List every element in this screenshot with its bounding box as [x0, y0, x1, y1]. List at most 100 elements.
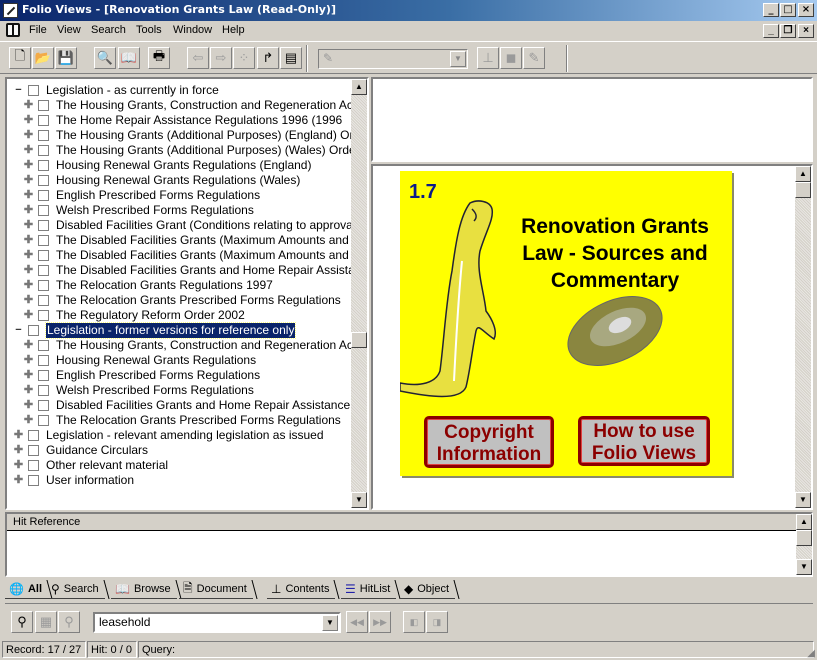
tree-item-checkbox[interactable]	[38, 400, 49, 411]
open-folder-button[interactable]: 📂	[32, 47, 54, 69]
chevron-down-icon[interactable]: ▼	[322, 615, 338, 631]
tree-item[interactable]: − Legislation - as currently in force	[9, 83, 353, 98]
expand-icon[interactable]: ✚	[23, 280, 34, 291]
expand-icon[interactable]: ✚	[23, 115, 34, 126]
tree-item[interactable]: ✚ The Relocation Grants Regulations 1997	[9, 278, 353, 293]
tree-item[interactable]: ✚ The Relocation Grants Prescribed Forms …	[9, 413, 353, 428]
tree-item[interactable]: ✚ The Housing Grants, Construction and Re…	[9, 98, 353, 113]
tree-item-checkbox[interactable]	[38, 265, 49, 276]
expand-icon[interactable]: ✚	[23, 145, 34, 156]
maximize-button[interactable]: □	[780, 3, 796, 17]
child-minimize-button[interactable]: _	[763, 24, 779, 38]
highlighter-button[interactable]: ◼	[500, 47, 522, 69]
tree-item[interactable]: ✚ The Disabled Facilities Grants (Maximum…	[9, 248, 353, 263]
scatter-button[interactable]: ⁘	[233, 47, 255, 69]
tree-item[interactable]: ✚ Other relevant material	[9, 458, 353, 473]
expand-icon[interactable]: ✚	[23, 295, 34, 306]
hit-reference-scrollbar[interactable]: ▲ ▼	[796, 514, 812, 575]
tree-item[interactable]: − Legislation - former versions for refer…	[9, 322, 353, 339]
expand-icon[interactable]: ✚	[23, 265, 34, 276]
document-scrollbar[interactable]: ▲ ▼	[795, 166, 811, 508]
advanced-search-button[interactable]: ⚲	[58, 611, 80, 633]
tree-item-checkbox[interactable]	[38, 355, 49, 366]
scroll-down-button[interactable]: ▼	[795, 492, 811, 508]
style-combo[interactable]: ✎ ▼	[318, 49, 468, 69]
expand-icon[interactable]: ✚	[23, 355, 34, 366]
expand-icon[interactable]: ✚	[23, 310, 34, 321]
menu-help[interactable]: Help	[222, 24, 245, 36]
tab-contents[interactable]: ⊥ Contents	[267, 580, 336, 599]
tab-document[interactable]: 🗎 Document	[179, 580, 253, 599]
print-button[interactable]: 🖶	[148, 47, 170, 69]
tree-item[interactable]: ✚ Welsh Prescribed Forms Regulations	[9, 203, 353, 218]
tree-item-checkbox[interactable]	[28, 430, 39, 441]
tree-item-checkbox[interactable]	[38, 295, 49, 306]
scroll-up-button[interactable]: ▲	[795, 166, 811, 182]
split-view-button[interactable]: ▤	[280, 47, 302, 69]
tree-item[interactable]: ✚ English Prescribed Forms Regulations	[9, 368, 353, 383]
jump-link-button[interactable]: ↱	[257, 47, 279, 69]
new-button[interactable]: 🗋	[9, 47, 31, 69]
tree-item-checkbox[interactable]	[38, 310, 49, 321]
previous-document-button[interactable]: ◧	[403, 611, 425, 633]
child-close-button[interactable]: ×	[798, 24, 814, 38]
expand-icon[interactable]: ✚	[13, 460, 24, 471]
tree-item-checkbox[interactable]	[38, 220, 49, 231]
tab-all[interactable]: 🌐 All	[5, 580, 49, 599]
tree-item[interactable]: ✚ The Disabled Facilities Grants (Maximum…	[9, 233, 353, 248]
tree-item-checkbox[interactable]	[38, 130, 49, 141]
tab-hitlist[interactable]: ☰ HitList	[341, 580, 397, 599]
tree-item-checkbox[interactable]	[28, 445, 39, 456]
tree-item-checkbox[interactable]	[38, 370, 49, 381]
scroll-thumb[interactable]	[351, 332, 367, 348]
save-button[interactable]: 💾	[55, 47, 77, 69]
tree-item[interactable]: ✚ The Relocation Grants Prescribed Forms …	[9, 293, 353, 308]
expand-icon[interactable]: ✚	[23, 100, 34, 111]
expand-icon[interactable]: ✚	[13, 475, 24, 486]
tree-item-checkbox[interactable]	[28, 85, 39, 96]
tree-item-checkbox[interactable]	[38, 115, 49, 126]
expand-icon[interactable]: ✚	[23, 235, 34, 246]
tree-item-checkbox[interactable]	[38, 415, 49, 426]
tree-scrollbar[interactable]: ▲ ▼	[351, 79, 367, 508]
expand-icon[interactable]: ✚	[23, 400, 34, 411]
expand-icon[interactable]: ✚	[23, 160, 34, 171]
tree-item-checkbox[interactable]	[38, 100, 49, 111]
next-hit-button[interactable]: ▶▶	[369, 611, 391, 633]
child-restore-button[interactable]: ❐	[780, 24, 796, 38]
how-to-use-folio-views-button[interactable]: How to use Folio Views	[578, 416, 710, 466]
pen-button[interactable]: ✎	[523, 47, 545, 69]
menu-window[interactable]: Window	[173, 24, 212, 36]
menu-tools[interactable]: Tools	[136, 24, 162, 36]
app-icon[interactable]	[3, 3, 18, 18]
expand-icon[interactable]: ✚	[23, 220, 34, 231]
tab-browse[interactable]: 📖 Browse	[111, 580, 177, 599]
expand-icon[interactable]: ✚	[13, 430, 24, 441]
scroll-down-button[interactable]: ▼	[796, 559, 812, 575]
tree-item[interactable]: ✚ Guidance Circulars	[9, 443, 353, 458]
previous-hit-button[interactable]: ◀◀	[346, 611, 368, 633]
query-form-button[interactable]: ▦	[35, 611, 57, 633]
underline-tool-button[interactable]: ⊥	[477, 47, 499, 69]
tree-item-checkbox[interactable]	[28, 475, 39, 486]
collapse-icon[interactable]: −	[13, 325, 24, 336]
query-input[interactable]: leasehold ▼	[93, 612, 341, 633]
resize-grip-icon[interactable]: ◢	[807, 648, 815, 659]
tree-item[interactable]: ✚ The Housing Grants, Construction and Re…	[9, 338, 353, 353]
menu-search[interactable]: Search	[91, 24, 126, 36]
tree-item-checkbox[interactable]	[38, 190, 49, 201]
tree-item[interactable]: ✚ Disabled Facilities Grant (Conditions r…	[9, 218, 353, 233]
search-magnifier-button[interactable]: 🔍	[94, 47, 116, 69]
tree-item-checkbox[interactable]	[38, 280, 49, 291]
expand-icon[interactable]: ✚	[23, 340, 34, 351]
minimize-button[interactable]: _	[763, 3, 779, 17]
tree-item[interactable]: ✚ Welsh Prescribed Forms Regulations	[9, 383, 353, 398]
tree-item-checkbox[interactable]	[28, 325, 39, 336]
tree-item-checkbox[interactable]	[38, 340, 49, 351]
scroll-down-button[interactable]: ▼	[351, 492, 367, 508]
scroll-up-button[interactable]: ▲	[796, 514, 812, 530]
expand-icon[interactable]: ✚	[23, 415, 34, 426]
tree-item[interactable]: ✚ The Home Repair Assistance Regulations …	[9, 113, 353, 128]
expand-icon[interactable]: ✚	[13, 445, 24, 456]
next-document-button[interactable]: ◨	[426, 611, 448, 633]
